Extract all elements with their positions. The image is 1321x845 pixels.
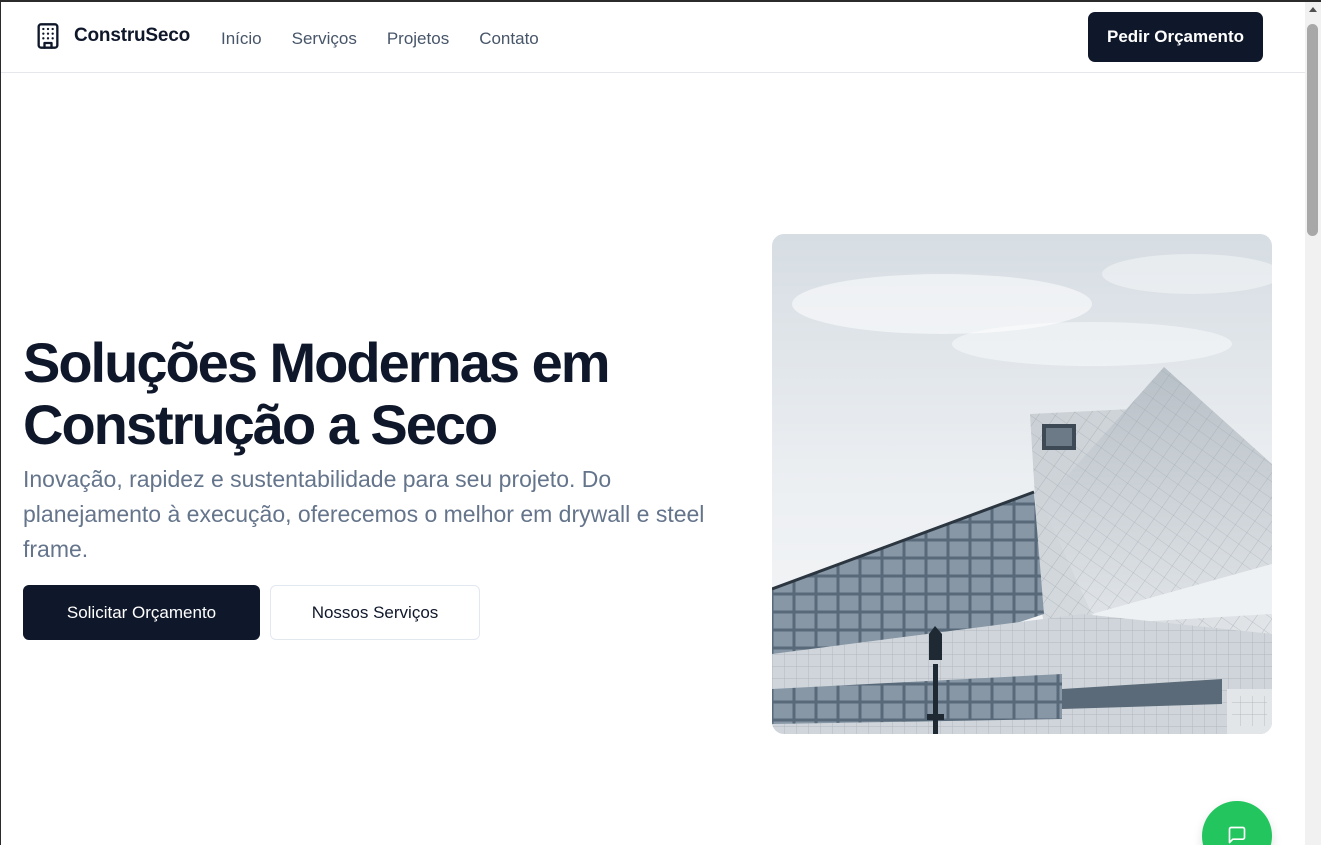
- request-quote-button[interactable]: Solicitar Orçamento: [23, 585, 260, 640]
- page-scrollbar[interactable]: [1305, 2, 1321, 845]
- main-nav: Início Serviços Projetos Contato: [221, 29, 569, 49]
- brand-name: ConstruSeco: [74, 25, 191, 46]
- scrollbar-thumb[interactable]: [1307, 24, 1318, 236]
- scroll-up-arrow-icon[interactable]: [1309, 7, 1317, 12]
- hero-title-line-2: Construção a Seco: [23, 393, 498, 456]
- request-quote-header-button[interactable]: Pedir Orçamento: [1088, 12, 1263, 62]
- site-header: ConstruSeco Início Serviços Projetos Con…: [1, 2, 1305, 73]
- hero-building-image: [772, 234, 1272, 734]
- nav-link-contato[interactable]: Contato: [479, 29, 539, 49]
- our-services-button[interactable]: Nossos Serviços: [270, 585, 480, 640]
- hero-title: Soluções Modernas em Construção a Seco: [23, 332, 743, 456]
- message-square-icon: [1227, 825, 1247, 845]
- nav-link-servicos[interactable]: Serviços: [292, 29, 357, 49]
- building-icon: [34, 22, 62, 50]
- hero-subtitle: Inovação, rapidez e sustentabilidade par…: [23, 466, 705, 562]
- nav-link-projetos[interactable]: Projetos: [387, 29, 449, 49]
- chat-button[interactable]: [1202, 801, 1272, 845]
- hero-title-line-1: Soluções Modernas em: [23, 331, 611, 394]
- brand-logo[interactable]: ConstruSeco: [34, 22, 190, 50]
- browser-viewport: ConstruSeco Início Serviços Projetos Con…: [0, 0, 1321, 845]
- nav-link-inicio[interactable]: Início: [221, 29, 262, 49]
